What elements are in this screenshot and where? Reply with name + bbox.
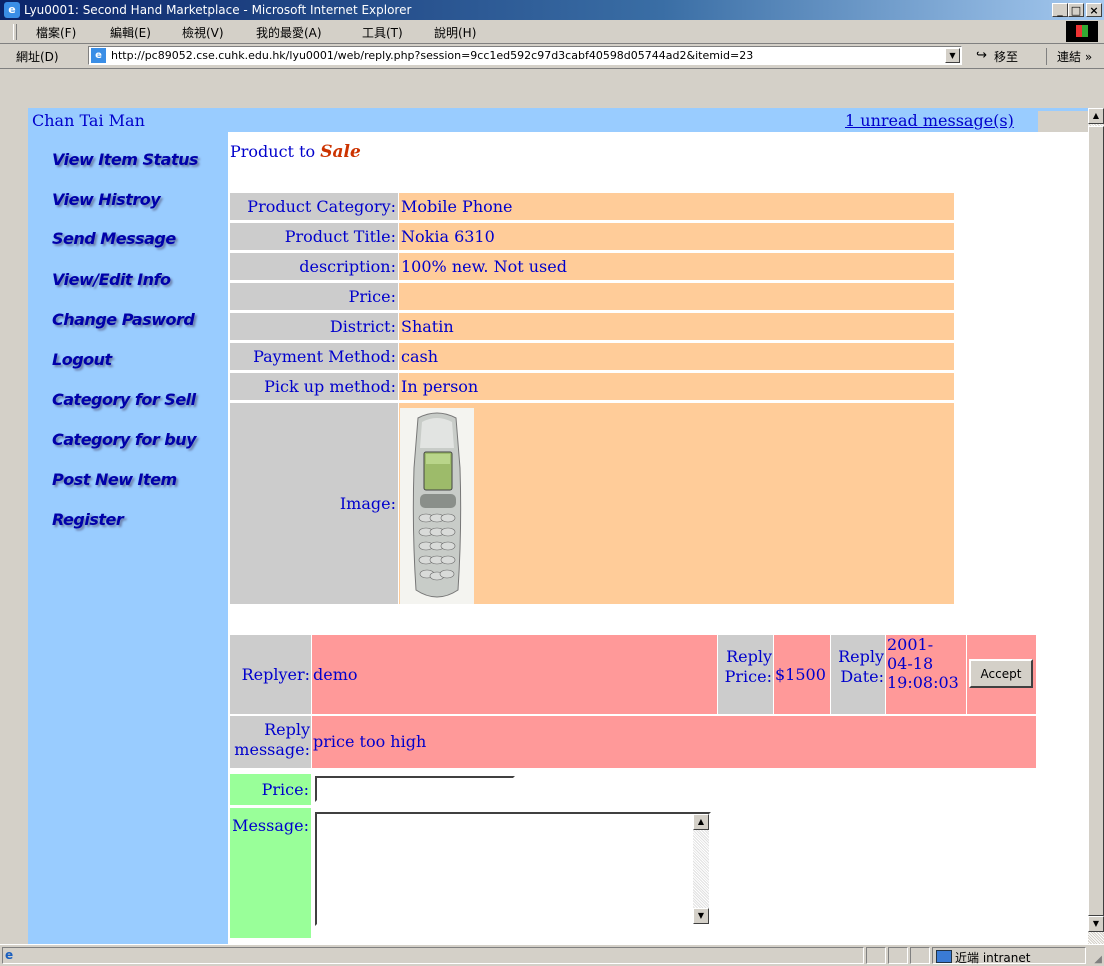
status-pane-2: [888, 947, 908, 964]
page-icon: e: [91, 48, 106, 63]
username: Chan Tai Man: [32, 111, 145, 130]
frame-border-left: [16, 70, 28, 944]
label-reply-message: Reply message:: [230, 716, 311, 768]
value-price: [399, 283, 954, 310]
nav-send-message[interactable]: Send Message: [52, 229, 176, 248]
product-heading: Product to Sale: [230, 142, 361, 162]
menu-favorites[interactable]: 我的最愛(A): [256, 24, 322, 41]
label-image: Image:: [230, 403, 398, 604]
price-input[interactable]: [315, 776, 515, 802]
label-reply-message-line2: message:: [234, 740, 310, 759]
nav-view-item-status[interactable]: View Item Status: [52, 150, 199, 169]
menu-bar: 檔案(F) 編輯(E) 檢視(V) 我的最愛(A) 工具(T) 說明(H): [0, 20, 1104, 44]
value-reply-date-line3: 19:08:03: [887, 673, 959, 692]
windows-logo-icon: [1066, 21, 1098, 42]
intranet-icon: [936, 950, 952, 963]
value-replyer: demo: [312, 635, 717, 714]
page-status-icon: e: [5, 948, 14, 962]
label-reply-price-line1: Reply: [726, 647, 772, 666]
page-scroll-down-button[interactable]: ▼: [1088, 916, 1104, 932]
status-zone-pane: 近端 intranet: [932, 947, 1086, 965]
value-reply-date: 2001- 04-18 19:08:03: [886, 635, 966, 714]
value-reply-message: price too high: [312, 716, 1036, 768]
nav-category-for-sell[interactable]: Category for Sell: [52, 390, 196, 409]
nav-view-history[interactable]: View Histroy: [52, 190, 161, 209]
frame-border: [28, 70, 1088, 110]
product-image-phone: [400, 408, 474, 604]
value-pickup-method: In person: [399, 373, 954, 400]
address-url[interactable]: http://pc89052.cse.cuhk.edu.hk/lyu0001/w…: [111, 49, 753, 62]
label-form-message: Message:: [230, 808, 311, 938]
address-label: 網址(D): [16, 50, 59, 64]
nav-logout[interactable]: Logout: [52, 350, 112, 369]
page-scroll-thumb[interactable]: [1088, 126, 1104, 916]
status-pane-3: [910, 947, 930, 964]
label-pickup-method: Pick up method:: [230, 373, 398, 400]
label-product-title: Product Title:: [230, 223, 398, 250]
nav-post-new-item[interactable]: Post New Item: [52, 470, 177, 489]
page-scroll-up-button[interactable]: ▲: [1088, 108, 1104, 124]
nav-view-edit-info[interactable]: View/Edit Info: [52, 270, 171, 289]
label-payment-method: Payment Method:: [230, 343, 398, 370]
menu-tools[interactable]: 工具(T): [362, 24, 403, 41]
value-reply-date-line2: 04-18: [887, 654, 934, 673]
label-price: Price:: [230, 283, 398, 310]
label-reply-date-line1: Reply: [838, 647, 884, 666]
status-pane-1: [866, 947, 886, 964]
value-reply-date-line1: 2001-: [887, 635, 934, 654]
label-district: District:: [230, 313, 398, 340]
nav-change-password[interactable]: Change Pasword: [52, 310, 195, 329]
label-form-price: Price:: [230, 774, 311, 805]
status-zone-label: 近端 intranet: [955, 951, 1031, 965]
menu-help[interactable]: 說明(H): [434, 24, 476, 41]
label-reply-price-line2: Price:: [724, 667, 772, 686]
value-payment-method: cash: [399, 343, 954, 370]
status-bar: e 近端 intranet ◢: [0, 944, 1104, 966]
value-image-cell: [399, 403, 954, 604]
toolbar-grip[interactable]: [13, 24, 17, 40]
address-dropdown-button[interactable]: ▼: [945, 48, 960, 63]
product-heading-type: Sale: [320, 142, 361, 162]
message-scroll-up-button[interactable]: ▲: [693, 814, 709, 830]
value-product-category: Mobile Phone: [399, 193, 954, 220]
accept-button[interactable]: Accept: [969, 659, 1033, 688]
window-title: Lyu0001: Second Hand Marketplace - Micro…: [24, 3, 412, 17]
unread-messages-link[interactable]: 1 unread message(s): [845, 111, 1014, 130]
product-heading-prefix: Product to: [230, 142, 316, 161]
menu-edit[interactable]: 編輯(E): [110, 24, 151, 41]
menu-file[interactable]: 檔案(F): [36, 24, 76, 41]
message-textarea[interactable]: ▲ ▼: [315, 812, 711, 926]
label-reply-message-line1: Reply: [264, 720, 310, 739]
links-button[interactable]: 連結 »: [1046, 48, 1092, 65]
nav-register[interactable]: Register: [52, 510, 124, 529]
label-replyer: Replyer:: [230, 635, 311, 714]
status-text-pane: e: [2, 947, 864, 964]
nav-category-for-buy[interactable]: Category for buy: [52, 430, 197, 449]
value-district: Shatin: [399, 313, 954, 340]
maximize-button[interactable]: □: [1068, 3, 1084, 17]
value-description: 100% new. Not used: [399, 253, 954, 280]
go-arrow-icon[interactable]: ↪: [976, 48, 987, 63]
label-reply-price: Reply Price:: [718, 635, 773, 714]
label-description: description:: [230, 253, 398, 280]
ie-logo-icon: e: [4, 2, 20, 18]
label-reply-date-line2: Date:: [840, 667, 884, 686]
resize-grip-icon[interactable]: ◢: [1094, 954, 1102, 965]
message-scroll-down-button[interactable]: ▼: [693, 908, 709, 924]
close-button[interactable]: ×: [1086, 3, 1102, 17]
minimize-button[interactable]: _: [1052, 3, 1068, 17]
address-input[interactable]: e http://pc89052.cse.cuhk.edu.hk/lyu0001…: [88, 46, 962, 65]
label-reply-date: Reply Date:: [831, 635, 885, 714]
go-button[interactable]: 移至: [994, 48, 1018, 65]
address-bar: 網址(D) e http://pc89052.cse.cuhk.edu.hk/l…: [0, 44, 1104, 69]
title-bar: e Lyu0001: Second Hand Marketplace - Mic…: [0, 0, 1104, 20]
label-product-category: Product Category:: [230, 193, 398, 220]
value-product-title: Nokia 6310: [399, 223, 954, 250]
value-reply-price: $1500: [774, 635, 830, 714]
menu-view[interactable]: 檢視(V): [182, 24, 224, 41]
